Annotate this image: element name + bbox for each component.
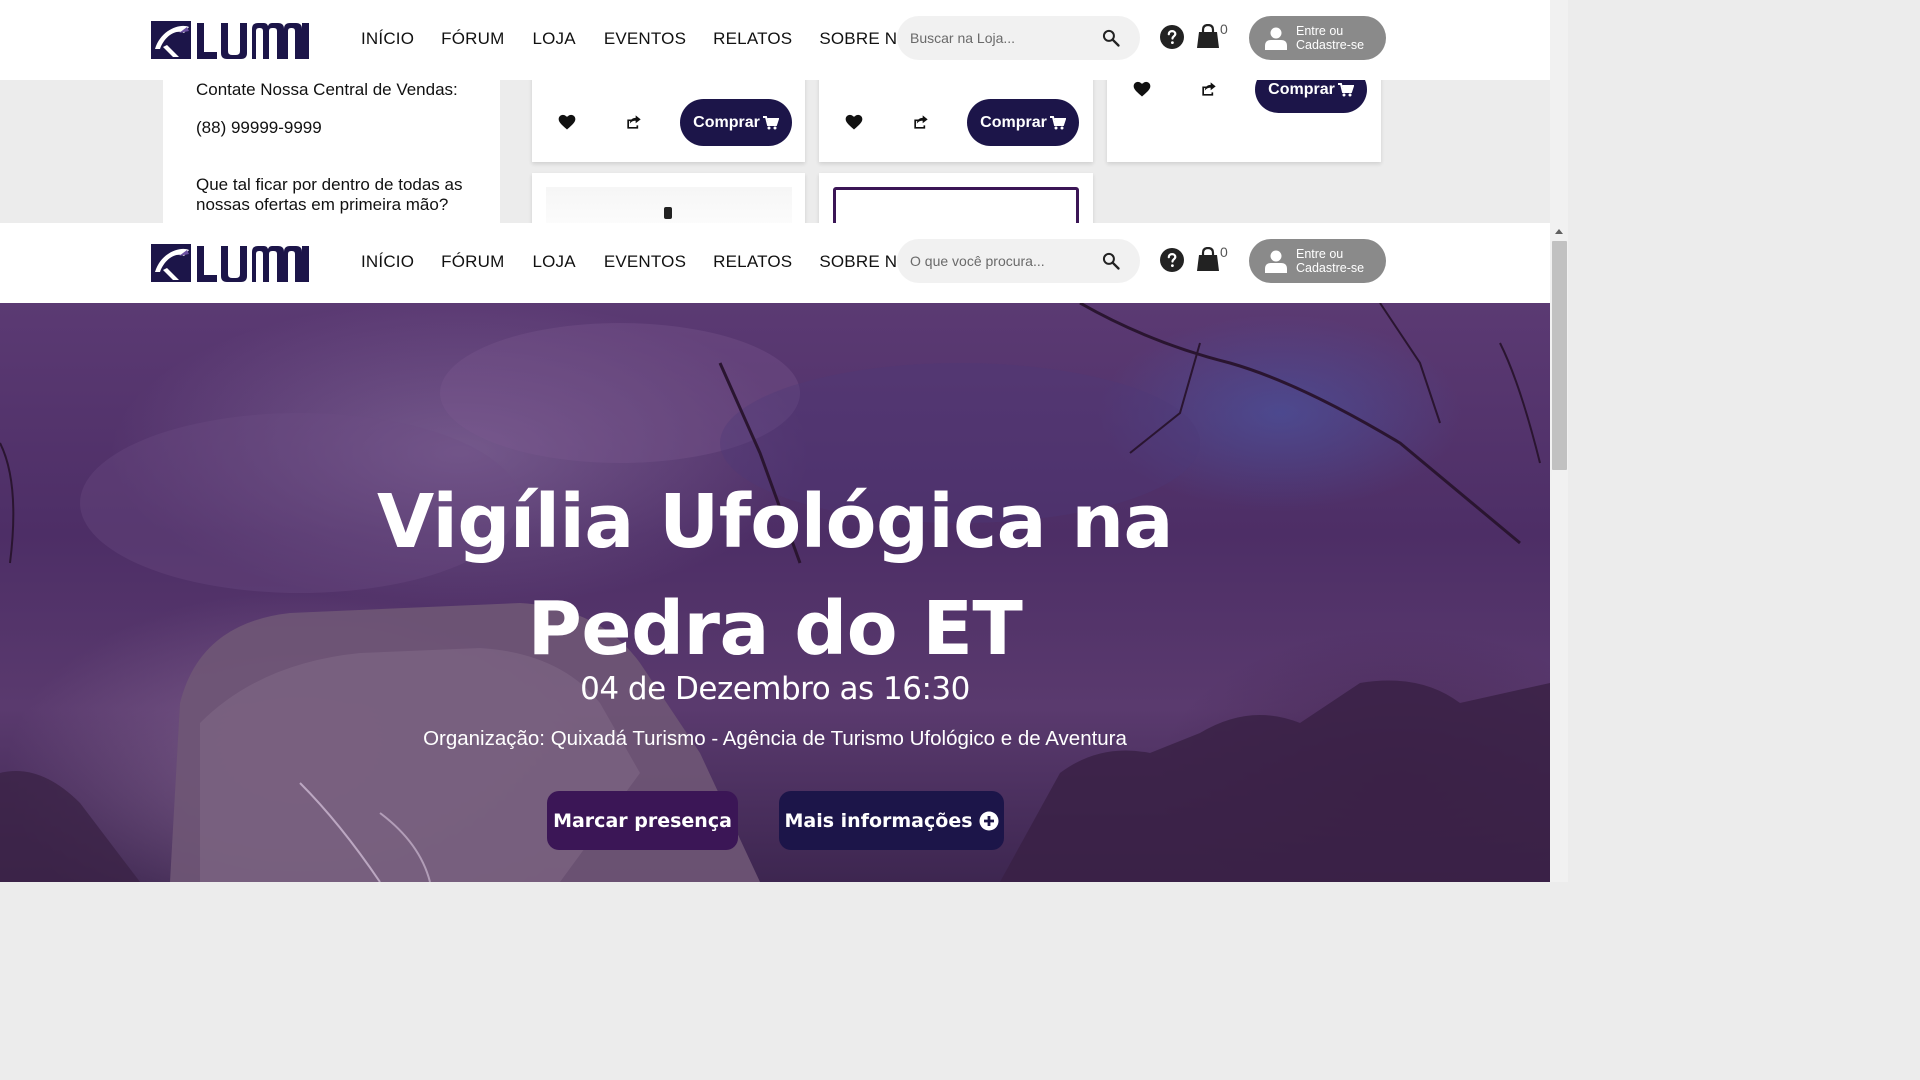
share-icon[interactable] [624, 112, 644, 132]
scroll-up-arrow-icon[interactable] [1554, 227, 1564, 235]
event-header: INÍCIO FÓRUM LOJA EVENTOS RELATOS SOBRE … [0, 223, 1550, 303]
store-header: INÍCIO FÓRUM LOJA EVENTOS RELATOS SOBRE … [0, 0, 1550, 80]
login-line-2: Cadastre-se [1296, 261, 1365, 275]
scrollbar-top[interactable] [1550, 0, 1568, 223]
cart-icon [1197, 247, 1219, 271]
login-text: Entre ou Cadastre-se [1296, 247, 1364, 275]
cart-small-icon [762, 115, 779, 129]
heart-icon[interactable] [844, 112, 864, 132]
heart-icon[interactable] [1132, 79, 1152, 99]
cart-button[interactable]: 0 [1197, 21, 1235, 50]
more-info-label: Mais informações [784, 809, 973, 832]
event-date: 04 de Dezembro as 16:30 [580, 671, 970, 707]
event-title-line-1: Vigília Ufológica na [377, 479, 1173, 565]
nav-loja[interactable]: LOJA [532, 29, 575, 49]
logo[interactable] [151, 19, 309, 61]
product-image [833, 187, 1079, 223]
login-text: Entre ou Cadastre-se [1296, 24, 1364, 52]
share-icon[interactable] [911, 112, 931, 132]
nav-relatos[interactable]: RELATOS [713, 252, 792, 272]
cart-count: 0 [1220, 21, 1228, 37]
login-button[interactable]: Entre ou Cadastre-se [1249, 239, 1386, 283]
lumni-logo [151, 21, 309, 59]
product-image-jar [664, 207, 672, 219]
search-bar [897, 16, 1140, 60]
logo[interactable] [151, 242, 309, 284]
nav-eventos[interactable]: EVENTOS [604, 252, 686, 272]
help-icon[interactable] [1160, 248, 1184, 272]
cart-icon [1197, 24, 1219, 48]
cart-count: 0 [1220, 244, 1228, 260]
nav-eventos[interactable]: EVENTOS [604, 29, 686, 49]
heart-icon[interactable] [557, 112, 577, 132]
cart-button[interactable]: 0 [1197, 244, 1235, 273]
login-line-1: Entre ou [1296, 24, 1344, 38]
login-line-2: Cadastre-se [1296, 38, 1365, 52]
search-icon[interactable] [1101, 28, 1121, 48]
product-card[interactable] [532, 173, 805, 223]
lumni-logo [151, 244, 309, 282]
buy-label: Comprar [980, 113, 1047, 131]
event-hero: Vigília Ufológica na Pedra do ET 04 de D… [0, 303, 1550, 882]
share-icon[interactable] [1199, 79, 1219, 99]
product-card[interactable] [819, 173, 1093, 223]
mark-presence-label: Marcar presença [553, 809, 732, 832]
more-info-button[interactable]: Mais informações [779, 791, 1004, 850]
main-nav: INÍCIO FÓRUM LOJA EVENTOS RELATOS SOBRE … [361, 252, 922, 272]
newsletter-line-2: nossas ofertas em primeira mão? [196, 195, 449, 214]
help-icon[interactable] [1160, 25, 1184, 49]
plus-circle-icon [979, 811, 999, 830]
main-nav: INÍCIO FÓRUM LOJA EVENTOS RELATOS SOBRE … [361, 29, 922, 49]
nav-loja[interactable]: LOJA [532, 252, 575, 272]
nav-inicio[interactable]: INÍCIO [361, 29, 414, 49]
nav-forum[interactable]: FÓRUM [441, 252, 504, 272]
nav-forum[interactable]: FÓRUM [441, 29, 504, 49]
store-section: Contate Nossa Central de Vendas: (88) 99… [0, 0, 1550, 223]
contact-phone: (88) 99999-9999 [196, 118, 322, 137]
search-input[interactable] [910, 27, 1090, 49]
mark-presence-button[interactable]: Marcar presença [547, 791, 738, 850]
event-title: Vigília Ufológica na Pedra do ET [0, 469, 1550, 683]
newsletter-line-1: Que tal ficar por dentro de todas as [196, 175, 463, 194]
event-title-line-2: Pedra do ET [527, 586, 1023, 672]
buy-button[interactable]: Comprar [967, 99, 1079, 146]
event-page: INÍCIO FÓRUM LOJA EVENTOS RELATOS SOBRE … [0, 223, 1550, 882]
cart-small-icon [1049, 115, 1066, 129]
user-icon [1265, 27, 1287, 50]
buy-button[interactable]: Comprar [680, 99, 792, 146]
event-organizer: Organização: Quixadá Turismo - Agência d… [423, 727, 1127, 750]
scrollbar-thumb[interactable] [1552, 241, 1567, 470]
buy-label: Comprar [693, 113, 760, 131]
contact-title: Contate Nossa Central de Vendas: [196, 80, 458, 99]
login-button[interactable]: Entre ou Cadastre-se [1249, 16, 1386, 60]
search-icon[interactable] [1101, 251, 1121, 271]
login-line-1: Entre ou [1296, 247, 1344, 261]
search-input[interactable] [910, 250, 1090, 272]
nav-inicio[interactable]: INÍCIO [361, 252, 414, 272]
contact-card: Contate Nossa Central de Vendas: (88) 99… [163, 60, 500, 223]
cart-small-icon [1337, 82, 1354, 96]
buy-label: Comprar [1268, 80, 1335, 98]
search-bar [897, 239, 1140, 283]
user-icon [1265, 250, 1287, 273]
nav-relatos[interactable]: RELATOS [713, 29, 792, 49]
